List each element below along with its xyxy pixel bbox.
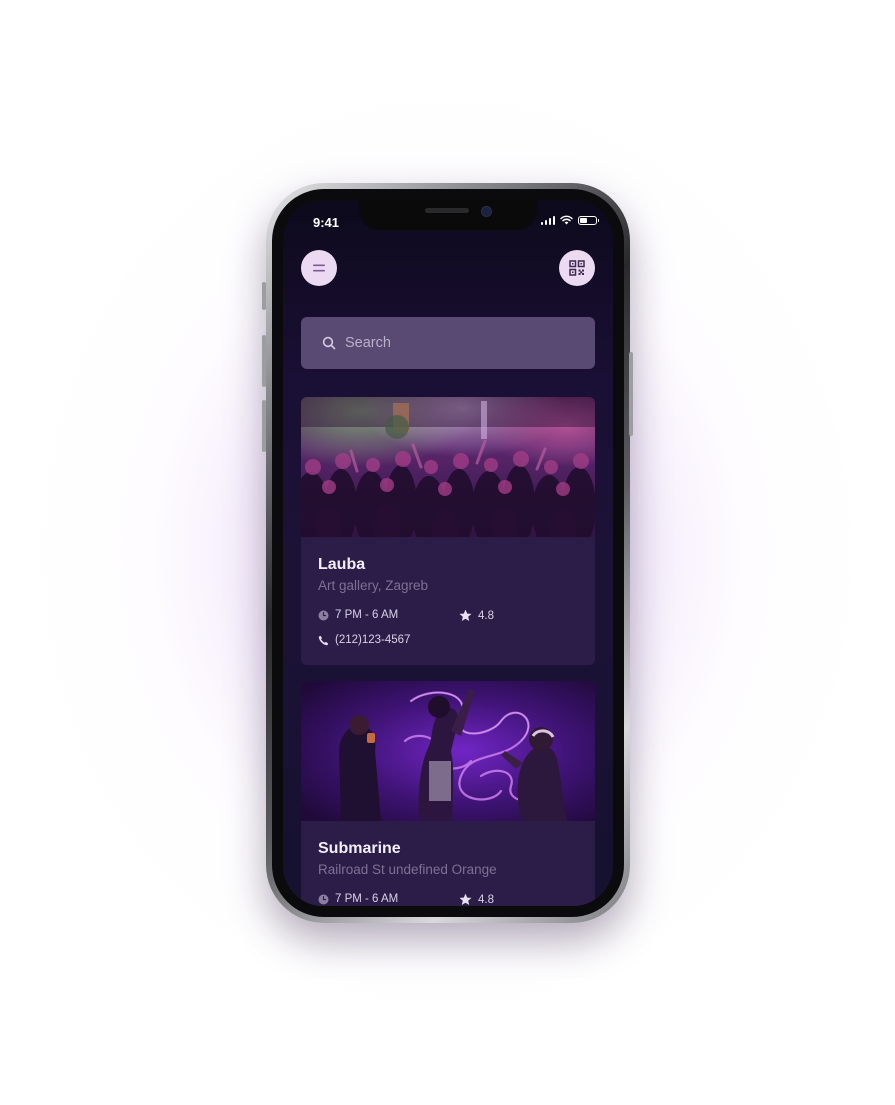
venue-card[interactable]: Lauba Art gallery, Zagreb 7 PM - 6 AM 4.… bbox=[301, 397, 595, 665]
battery-icon bbox=[578, 215, 599, 225]
venue-subtitle: Art gallery, Zagreb bbox=[318, 578, 429, 593]
qr-scan-button[interactable] bbox=[559, 250, 595, 286]
venue-rating: 4.8 bbox=[459, 609, 494, 622]
clock-icon bbox=[318, 610, 329, 621]
star-icon bbox=[459, 893, 472, 906]
venue-card[interactable]: Submarine Railroad St undefined Orange 7… bbox=[301, 681, 595, 906]
venue-rating-value: 4.8 bbox=[478, 609, 494, 622]
venue-subtitle: Railroad St undefined Orange bbox=[318, 862, 497, 877]
venue-hours: 7 PM - 6 AM bbox=[318, 893, 398, 905]
neon-dancers-photo bbox=[301, 681, 595, 821]
clock-icon bbox=[318, 894, 329, 905]
notch bbox=[359, 200, 537, 230]
star-icon bbox=[459, 609, 472, 622]
status-icons bbox=[540, 215, 599, 225]
venue-hours-text: 7 PM - 6 AM bbox=[335, 609, 399, 621]
search-icon bbox=[321, 335, 337, 351]
menu-button[interactable] bbox=[301, 250, 337, 286]
venue-name: Lauba bbox=[318, 556, 366, 573]
venue-phone-text: (212)123-4567 bbox=[335, 634, 411, 646]
qr-code-icon bbox=[569, 260, 585, 276]
crowd-party-photo bbox=[301, 397, 595, 537]
wifi-icon bbox=[560, 215, 573, 225]
power-button bbox=[629, 352, 633, 436]
phone-icon bbox=[318, 635, 329, 646]
volume-up-button bbox=[262, 335, 266, 387]
volume-down-button bbox=[262, 400, 266, 452]
menu-icon bbox=[313, 264, 325, 272]
search-placeholder: Search bbox=[345, 335, 391, 351]
venue-phone[interactable]: (212)123-4567 bbox=[318, 634, 410, 646]
venue-hours-text: 7 PM - 6 AM bbox=[335, 893, 399, 905]
signal-icon bbox=[540, 215, 555, 225]
venue-rating: 4.8 bbox=[459, 893, 494, 906]
venue-name: Submarine bbox=[318, 840, 401, 857]
venue-rating-value: 4.8 bbox=[478, 893, 494, 906]
venue-hours: 7 PM - 6 AM bbox=[318, 609, 398, 621]
status-time: 9:41 bbox=[313, 215, 340, 230]
search-field[interactable]: Search bbox=[301, 317, 595, 369]
mute-switch bbox=[262, 282, 266, 310]
app-screen: 9:41 Search Lauba Art gallery, Zagreb 7 … bbox=[283, 200, 613, 906]
